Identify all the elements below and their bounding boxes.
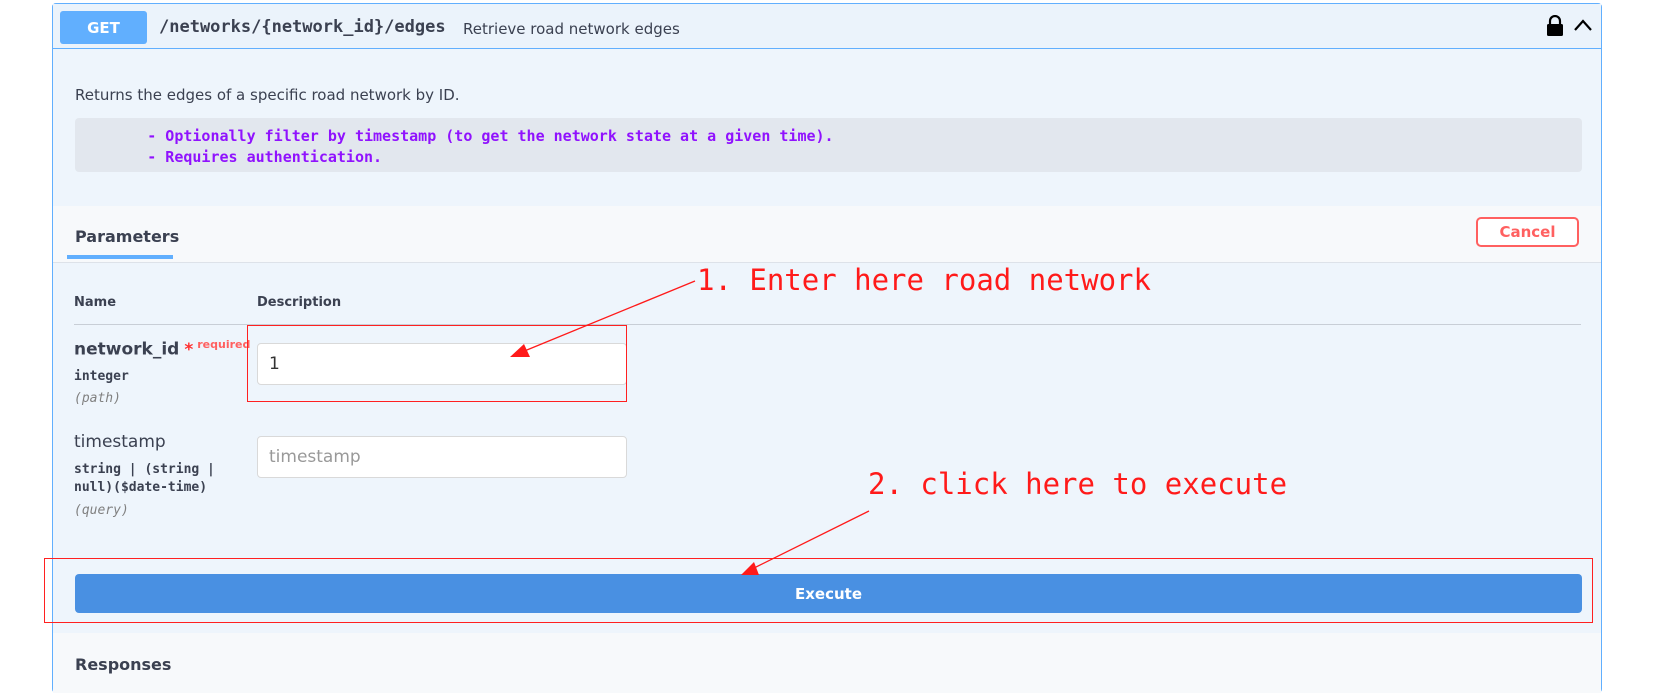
annotation-arrow-step1 (510, 280, 696, 357)
annotation-arrows (510, 280, 870, 575)
annotation-arrow-step2 (741, 510, 870, 575)
